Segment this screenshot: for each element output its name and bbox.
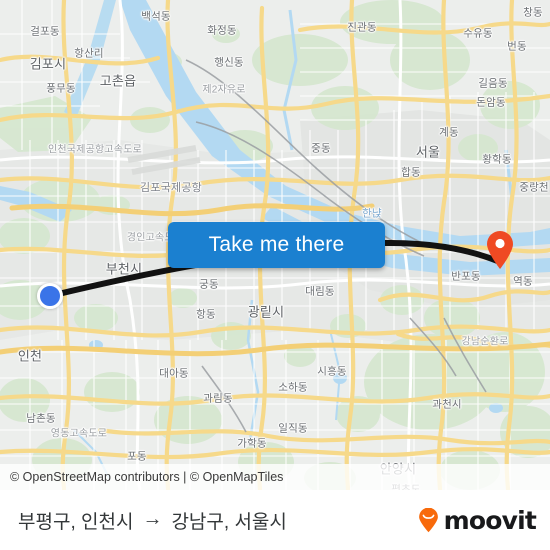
moovit-wordmark: moovit — [443, 505, 537, 535]
take-me-there-label: Take me there — [208, 233, 345, 256]
destination-marker-pin[interactable] — [485, 230, 515, 270]
trip-origin: 부평구, 인천시 — [18, 511, 134, 533]
origin-marker[interactable] — [37, 283, 63, 309]
take-me-there-button[interactable]: Take me there — [168, 222, 385, 268]
footer-bar: 부평구, 인천시 → 강남구, 서울시 moovit — [0, 490, 550, 550]
map-attribution-bar: © OpenStreetMap contributors | © OpenMap… — [0, 464, 550, 490]
map-viewport[interactable]: 걸포동 백석동 화정동 진관동 수유동 창동 번동 항산리 김포시 행신동 고촌읍 풍무동 길음동 제2자… — [0, 0, 550, 490]
map-route-preview: 걸포동 백석동 화정동 진관동 수유동 창동 번동 항산리 김포시 행신동 고촌읍 풍무동 길음동 제2자… — [0, 0, 550, 550]
attribution-text[interactable]: © OpenStreetMap contributors | © OpenMap… — [10, 470, 283, 484]
arrow-right-icon: → — [142, 508, 163, 530]
moovit-logo[interactable]: moovit — [416, 505, 537, 535]
trip-summary: 부평구, 인천시 → 강남구, 서울시 — [18, 507, 287, 534]
moovit-pin-icon — [418, 507, 438, 532]
trip-destination: 강남구, 서울시 — [171, 511, 287, 533]
